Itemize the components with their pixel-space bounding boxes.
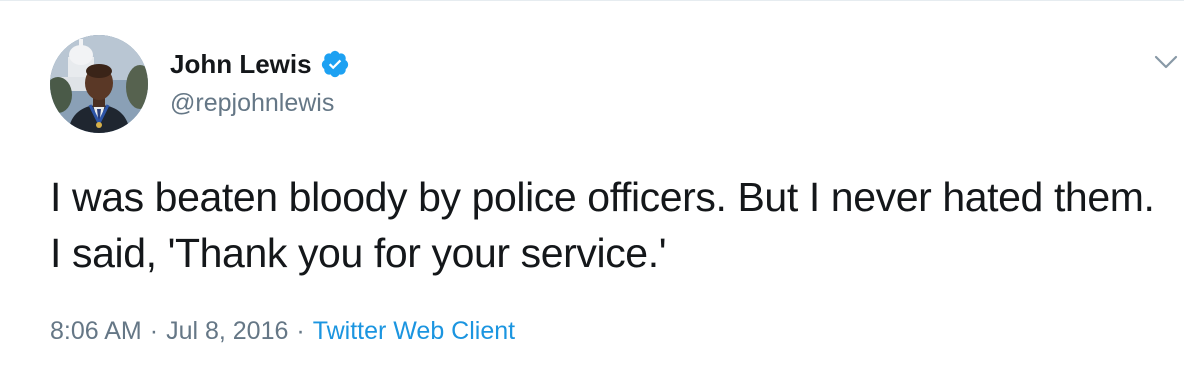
meta-separator: · (149, 317, 159, 345)
tweet-date[interactable]: Jul 8, 2016 (166, 317, 288, 345)
user-handle[interactable]: @repjohnlewis (170, 87, 334, 119)
tweet-time[interactable]: 8:06 AM (50, 317, 142, 345)
verified-badge-icon (320, 49, 350, 79)
meta-separator: · (296, 317, 305, 345)
tweet-source-link[interactable]: Twitter Web Client (313, 317, 515, 345)
author-name-row[interactable]: John Lewis (170, 48, 350, 80)
display-name[interactable]: John Lewis (170, 48, 312, 80)
avatar-photo (50, 35, 148, 133)
tweet-text: I was beaten bloody by police officers. … (50, 174, 1155, 276)
avatar[interactable] (50, 35, 148, 133)
chevron-down-icon[interactable] (1153, 49, 1179, 75)
tweet-card: John Lewis @repjohnlewis I was beaten bl… (0, 0, 1184, 376)
tweet-meta: 8:06 AM · Jul 8, 2016 · Twitter Web Client (50, 313, 515, 349)
